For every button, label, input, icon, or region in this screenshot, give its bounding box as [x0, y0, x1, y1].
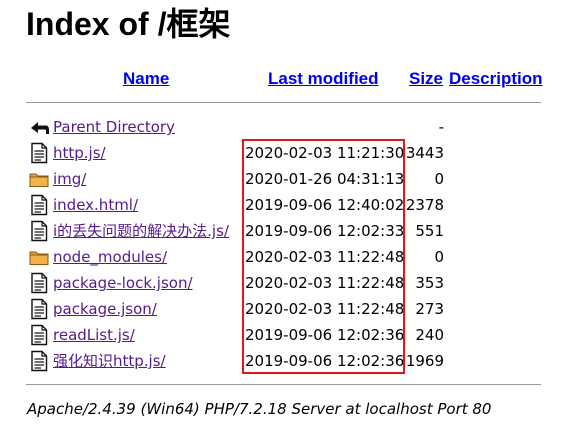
parent-size: -: [438, 118, 444, 136]
entry-size: 1969: [405, 352, 444, 370]
file-icon: [28, 298, 50, 320]
entry-link[interactable]: package.json/: [53, 298, 241, 320]
file-icon: [28, 272, 50, 294]
entry-size: 3443: [405, 144, 444, 162]
file-icon: [28, 350, 50, 372]
sort-by-name-link[interactable]: Name: [123, 69, 169, 89]
entry-link[interactable]: node_modules/: [53, 246, 241, 268]
highlight-box: [242, 139, 405, 374]
entry-link[interactable]: 强化知识http.js/: [53, 350, 241, 372]
parent-directory-row: Parent Directory -: [0, 114, 572, 140]
back-arrow-icon: [28, 116, 50, 138]
folder-icon: [28, 168, 50, 190]
entry-link[interactable]: package-lock.json/: [53, 272, 241, 294]
entry-link[interactable]: i的丢失问题的解决办法.js/: [53, 220, 241, 242]
entry-size: 353: [415, 274, 444, 292]
sort-by-description-link[interactable]: Description: [449, 69, 543, 89]
header-divider: [26, 102, 541, 103]
entry-link[interactable]: readList.js/: [53, 324, 241, 346]
sort-by-size-link[interactable]: Size: [409, 69, 443, 89]
footer-divider: [26, 384, 541, 385]
file-icon: [28, 220, 50, 242]
sort-by-last-modified-link[interactable]: Last modified: [268, 69, 379, 89]
file-icon: [28, 194, 50, 216]
entry-size: 2378: [405, 196, 444, 214]
entry-size: 0: [434, 170, 444, 188]
entry-link[interactable]: http.js/: [53, 142, 241, 164]
folder-icon: [28, 246, 50, 268]
entry-link[interactable]: img/: [53, 168, 241, 190]
file-icon: [28, 142, 50, 164]
server-signature: Apache/2.4.39 (Win64) PHP/7.2.18 Server …: [27, 400, 492, 418]
entry-size: 551: [415, 222, 444, 240]
file-icon: [28, 324, 50, 346]
parent-directory-link[interactable]: Parent Directory: [53, 116, 241, 138]
entry-size: 273: [415, 300, 444, 318]
entry-size: 240: [415, 326, 444, 344]
entry-link[interactable]: index.html/: [53, 194, 241, 216]
entry-size: 0: [434, 248, 444, 266]
page-title: Index of /框架: [26, 6, 231, 42]
